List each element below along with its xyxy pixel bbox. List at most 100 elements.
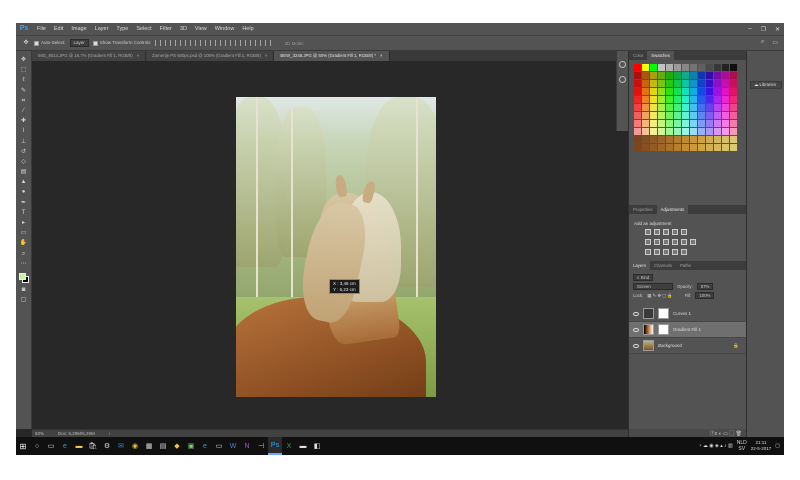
calculator-icon[interactable]: ▦: [142, 437, 156, 455]
swatch[interactable]: [658, 112, 665, 119]
app-icon[interactable]: ▬: [296, 437, 310, 455]
brush-tool-icon[interactable]: ǀ: [20, 128, 28, 134]
swatch[interactable]: [650, 80, 657, 87]
swatch[interactable]: [674, 136, 681, 143]
swatch[interactable]: [642, 88, 649, 95]
photo-filter-icon[interactable]: [672, 239, 678, 245]
swatch[interactable]: [722, 104, 729, 111]
swatch[interactable]: [730, 96, 737, 103]
swatch[interactable]: [698, 112, 705, 119]
zoom-level[interactable]: 50%: [35, 431, 44, 436]
swatch[interactable]: [666, 64, 673, 71]
swatch[interactable]: [650, 144, 657, 151]
swatch[interactable]: [658, 72, 665, 79]
swatch[interactable]: [690, 96, 697, 103]
swatch[interactable]: [714, 112, 721, 119]
swatch[interactable]: [730, 144, 737, 151]
swatch[interactable]: [634, 104, 641, 111]
brightness-icon[interactable]: [645, 229, 651, 235]
swatch[interactable]: [650, 120, 657, 127]
swatch[interactable]: [722, 144, 729, 151]
swatch[interactable]: [658, 120, 665, 127]
swatch[interactable]: [682, 128, 689, 135]
swatch[interactable]: [674, 88, 681, 95]
distribute-icon[interactable]: [264, 40, 271, 46]
zoom-tool-icon[interactable]: ⌕: [20, 251, 28, 257]
swatch[interactable]: [690, 72, 697, 79]
mail-icon[interactable]: ✉: [114, 437, 128, 455]
maximize-button[interactable]: ❐: [761, 26, 766, 33]
swatch[interactable]: [698, 104, 705, 111]
swatch[interactable]: [650, 88, 657, 95]
eye-icon[interactable]: [633, 343, 639, 348]
levels-icon[interactable]: [654, 229, 660, 235]
tab-channels[interactable]: Channels: [650, 261, 676, 270]
swatch[interactable]: [682, 96, 689, 103]
swatch[interactable]: [682, 112, 689, 119]
eraser-tool-icon[interactable]: ◇: [20, 159, 28, 165]
auto-select-checkbox[interactable]: Auto-Select:: [34, 40, 66, 46]
swatch[interactable]: [682, 104, 689, 111]
history-brush-tool-icon[interactable]: ↺: [20, 149, 28, 155]
task-view-icon[interactable]: ▭: [44, 437, 58, 455]
swatch[interactable]: [714, 72, 721, 79]
swatch[interactable]: [658, 128, 665, 135]
notifications-icon[interactable]: ▢: [775, 443, 780, 449]
menu-edit[interactable]: Edit: [50, 26, 67, 32]
start-button[interactable]: ⊞: [16, 437, 30, 455]
swatch[interactable]: [642, 104, 649, 111]
color-lookup-icon[interactable]: [690, 239, 696, 245]
swatch[interactable]: [634, 144, 641, 151]
swatch[interactable]: [714, 128, 721, 135]
history-icon[interactable]: [619, 76, 626, 83]
swatch[interactable]: [722, 80, 729, 87]
swatch[interactable]: [706, 80, 713, 87]
menu-filter[interactable]: Filter: [156, 26, 176, 32]
swatch[interactable]: [706, 128, 713, 135]
distribute-icon[interactable]: [244, 40, 251, 46]
color-swatches[interactable]: [18, 272, 29, 283]
swatch[interactable]: [698, 96, 705, 103]
crop-tool-icon[interactable]: ⌗: [20, 98, 28, 104]
swatch[interactable]: [666, 96, 673, 103]
swatch[interactable]: [682, 64, 689, 71]
eye-icon[interactable]: [633, 327, 639, 332]
distribute-icon[interactable]: [234, 40, 241, 46]
swatch[interactable]: [722, 88, 729, 95]
menu-file[interactable]: File: [33, 26, 50, 32]
gradient-tool-icon[interactable]: ▤: [20, 169, 28, 175]
swatch[interactable]: [674, 144, 681, 151]
align-top-icon[interactable]: [154, 40, 161, 46]
hue-saturation-icon[interactable]: [645, 239, 651, 245]
workspace-icon[interactable]: ▭: [772, 39, 778, 46]
invert-icon[interactable]: [645, 249, 651, 255]
document-image[interactable]: X : 3,46 cm Y : 6,23 cm: [236, 97, 436, 397]
posterize-icon[interactable]: [654, 249, 660, 255]
swatch[interactable]: [658, 88, 665, 95]
swatch[interactable]: [730, 136, 737, 143]
transform-controls-checkbox[interactable]: Show Transform Controls: [92, 40, 151, 46]
swatch[interactable]: [730, 120, 737, 127]
close-button[interactable]: ✕: [775, 26, 780, 33]
swatch[interactable]: [730, 112, 737, 119]
menu-image[interactable]: Image: [67, 26, 90, 32]
swatch[interactable]: [642, 64, 649, 71]
swatch[interactable]: [714, 80, 721, 87]
file-explorer-icon[interactable]: ▬: [72, 437, 86, 455]
swatch[interactable]: [698, 144, 705, 151]
swatch[interactable]: [634, 72, 641, 79]
align-middle-icon[interactable]: [164, 40, 171, 46]
swatch[interactable]: [642, 128, 649, 135]
photoshop-taskbar-icon[interactable]: Ps: [268, 437, 282, 455]
swatch[interactable]: [634, 64, 641, 71]
swatch[interactable]: [650, 128, 657, 135]
swatch[interactable]: [690, 80, 697, 87]
swatch[interactable]: [642, 96, 649, 103]
swatch[interactable]: [690, 120, 697, 127]
swatch[interactable]: [658, 80, 665, 87]
swatch[interactable]: [666, 144, 673, 151]
threshold-icon[interactable]: [663, 249, 669, 255]
gradient-map-icon[interactable]: [672, 249, 678, 255]
swatch[interactable]: [690, 128, 697, 135]
swatch[interactable]: [706, 120, 713, 127]
